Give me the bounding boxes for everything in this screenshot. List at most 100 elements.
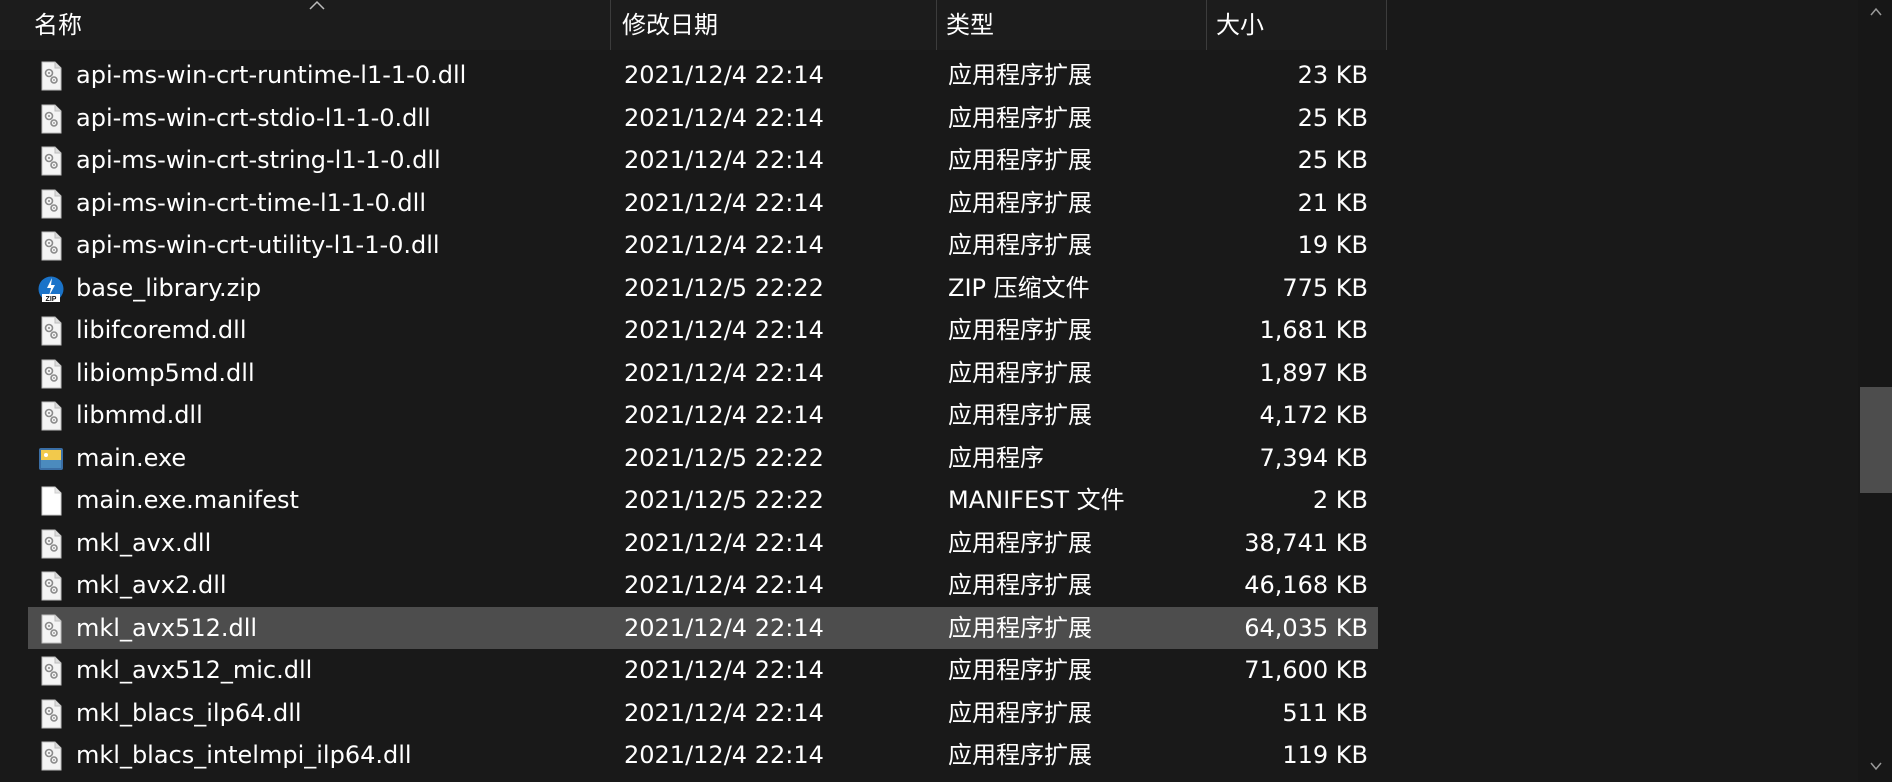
file-date-modified: 2021/12/5 22:22: [624, 486, 824, 514]
file-type: 应用程序: [948, 443, 1044, 472]
file-name: mkl_blacs_intelmpi_ilp64.dll: [76, 741, 412, 769]
dll-file-icon: [38, 656, 64, 686]
dll-file-icon: [38, 359, 64, 389]
file-type: 应用程序扩展: [948, 698, 1092, 727]
file-name: libiomp5md.dll: [76, 358, 255, 387]
dll-file-icon: [38, 104, 64, 134]
file-name: api-ms-win-crt-stdio-l1-1-0.dll: [76, 103, 431, 132]
file-size: 46,168 KB: [1244, 571, 1368, 599]
file-row[interactable]: api-ms-win-crt-utility-l1-1-0.dll 2021/12…: [28, 224, 1378, 266]
file-date-modified: 2021/12/4 22:14: [624, 316, 824, 344]
zip-archive-icon: ZIP: [38, 274, 64, 304]
file-date-modified: 2021/12/4 22:14: [624, 571, 824, 599]
file-row[interactable]: mkl_avx2.dll 2021/12/4 22:14 应用程序扩展 46,168 …: [28, 564, 1378, 606]
file-row[interactable]: libiomp5md.dll 2021/12/4 22:14 应用程序扩展 1,897…: [28, 352, 1378, 394]
file-row[interactable]: api-ms-win-crt-runtime-l1-1-0.dll 2021/12…: [28, 54, 1378, 96]
file-name: mkl_avx512_mic.dll: [76, 656, 313, 684]
svg-text:ZIP: ZIP: [46, 296, 57, 303]
file-name: mkl_blacs_ilp64.dll: [76, 698, 302, 727]
file-name: api-ms-win-crt-runtime-l1-1-0.dll: [76, 61, 467, 89]
file-row[interactable]: api-ms-win-crt-string-l1-1-0.dll 2021/12/…: [28, 139, 1378, 181]
column-header-size[interactable]: 大小: [1206, 0, 1386, 50]
file-size: 64,035 KB: [1244, 613, 1368, 642]
blank-file-icon: [38, 486, 64, 516]
file-name: mkl_blacs_intelmpi_ilp64.dll: [76, 777, 412, 782]
file-row[interactable]: mkl_blacs_intelmpi_ilp64.dll 2021/12/4 22…: [28, 777, 1378, 782]
file-size: 1,897 KB: [1259, 358, 1368, 387]
file-date-modified: 2021/12/4 22:14: [624, 528, 824, 557]
file-date-modified: 2021/12/4 22:14: [624, 698, 824, 727]
vertical-scrollbar[interactable]: [1858, 0, 1892, 782]
dll-file-icon: [38, 401, 64, 431]
file-type: 应用程序扩展: [948, 528, 1092, 557]
dll-file-icon: [38, 699, 64, 729]
dll-file-icon: [38, 741, 64, 771]
scrollbar-thumb[interactable]: [1860, 387, 1892, 493]
file-date-modified: 2021/12/4 22:14: [624, 188, 824, 217]
file-name: mkl_avx.dll: [76, 528, 212, 557]
column-header-bar: 名称 修改日期 类型 大小: [0, 0, 1387, 50]
file-size: 119 KB: [1282, 741, 1368, 769]
file-name: api-ms-win-crt-string-l1-1-0.dll: [76, 146, 441, 174]
dll-file-icon: [38, 614, 64, 644]
file-type: 应用程序扩展: [948, 231, 1092, 259]
python-exe-icon: [38, 444, 64, 474]
file-name: main.exe.manifest: [76, 486, 299, 514]
column-header-type[interactable]: 类型: [936, 0, 1206, 50]
file-date-modified: 2021/12/4 22:14: [624, 656, 824, 684]
file-type: 应用程序扩展: [948, 358, 1092, 387]
dll-file-icon: [38, 316, 64, 346]
file-row[interactable]: mkl_blacs_ilp64.dll 2021/12/4 22:14 应用程序扩展…: [28, 692, 1378, 734]
file-name: main.exe: [76, 443, 187, 472]
file-row[interactable]: libifcoremd.dll 2021/12/4 22:14 应用程序扩展 1,68…: [28, 309, 1378, 351]
dll-file-icon: [38, 529, 64, 559]
file-row[interactable]: mkl_avx.dll 2021/12/4 22:14 应用程序扩展 38,741 K…: [28, 522, 1378, 564]
file-row[interactable]: mkl_blacs_intelmpi_ilp64.dll 2021/12/4 22…: [28, 734, 1378, 776]
file-row[interactable]: libmmd.dll 2021/12/4 22:14 应用程序扩展 4,172 KB: [28, 394, 1378, 436]
file-row[interactable]: api-ms-win-crt-stdio-l1-1-0.dll 2021/12/4…: [28, 97, 1378, 139]
file-size: 775 KB: [1282, 273, 1368, 302]
file-size: 119 KB: [1282, 777, 1368, 782]
file-date-modified: 2021/12/4 22:14: [624, 103, 824, 132]
file-type: 应用程序扩展: [948, 571, 1092, 599]
file-type: ZIP 压缩文件: [948, 273, 1090, 302]
dll-file-icon: [38, 146, 64, 176]
file-name: api-ms-win-crt-time-l1-1-0.dll: [76, 188, 426, 217]
column-header-date-modified[interactable]: 修改日期: [612, 0, 936, 50]
file-size: 21 KB: [1297, 188, 1368, 217]
sort-ascending-icon: [309, 0, 325, 10]
dll-file-icon: [38, 571, 64, 601]
file-row[interactable]: main.exe 2021/12/5 22:22 应用程序 7,394 KB: [28, 437, 1378, 479]
file-date-modified: 2021/12/4 22:14: [624, 231, 824, 259]
file-size: 511 KB: [1282, 698, 1368, 727]
file-size: 19 KB: [1297, 231, 1368, 259]
scroll-down-arrow-icon[interactable]: [1869, 760, 1883, 772]
file-type: 应用程序扩展: [948, 401, 1092, 429]
column-divider[interactable]: [1386, 0, 1387, 50]
file-date-modified: 2021/12/4 22:14: [624, 358, 824, 387]
file-date-modified: 2021/12/4 22:14: [624, 146, 824, 174]
file-name: mkl_avx512.dll: [76, 613, 258, 642]
dll-file-icon: [38, 189, 64, 219]
file-row[interactable]: ZIP base_library.zip 2021/12/5 22:22 ZIP 压缩…: [28, 267, 1378, 309]
file-size: 71,600 KB: [1244, 656, 1368, 684]
file-size: 4,172 KB: [1259, 401, 1368, 429]
file-row[interactable]: api-ms-win-crt-time-l1-1-0.dll 2021/12/4 …: [28, 182, 1378, 224]
dll-file-icon: [38, 61, 64, 91]
dll-file-icon: [38, 231, 64, 261]
file-row-selected[interactable]: mkl_avx512.dll 2021/12/4 22:14 应用程序扩展 64,03…: [28, 606, 1378, 649]
file-type: 应用程序扩展: [948, 103, 1092, 132]
file-type: 应用程序扩展: [948, 656, 1092, 684]
file-name: libifcoremd.dll: [76, 316, 247, 344]
file-row[interactable]: main.exe.manifest 2021/12/5 22:22 MANIFEST…: [28, 479, 1378, 521]
file-type: 应用程序扩展: [948, 777, 1092, 782]
file-row[interactable]: mkl_avx512_mic.dll 2021/12/4 22:14 应用程序扩展 7…: [28, 649, 1378, 691]
column-divider[interactable]: [610, 0, 611, 50]
file-size: 2 KB: [1312, 486, 1368, 514]
file-size: 1,681 KB: [1259, 316, 1368, 344]
file-date-modified: 2021/12/5 22:22: [624, 443, 824, 472]
file-date-modified: 2021/12/5 22:22: [624, 273, 824, 302]
file-type: 应用程序扩展: [948, 146, 1092, 174]
scroll-up-arrow-icon[interactable]: [1869, 6, 1883, 18]
file-size: 38,741 KB: [1244, 528, 1368, 557]
